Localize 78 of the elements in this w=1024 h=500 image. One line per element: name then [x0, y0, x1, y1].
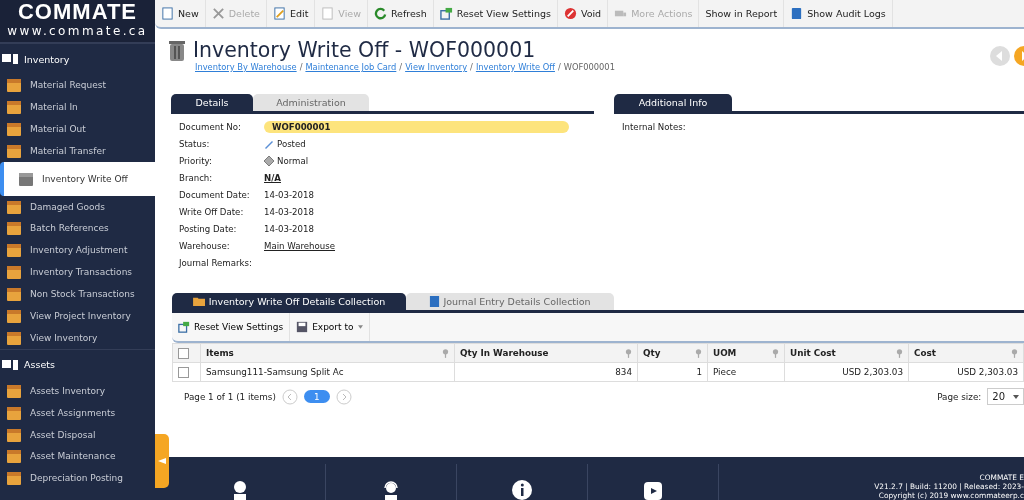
document-number: WOF000001: [264, 120, 569, 133]
grid-toolbar-button[interactable]: Export to: [290, 313, 370, 341]
field-value: Normal: [277, 155, 309, 166]
breadcrumb-current: WOF000001: [563, 62, 615, 72]
grid-toolbar-button[interactable]: Reset View Settings: [172, 313, 291, 341]
toolbar-button[interactable]: Reset View Settings: [433, 0, 558, 27]
breadcrumb-link[interactable]: Maintenance Job Card: [305, 62, 397, 72]
field-label: Internal Notes:: [622, 121, 687, 132]
table-cell: USD 2,303.03: [908, 362, 1024, 382]
field-label: Journal Remarks:: [179, 257, 253, 268]
sidebar-item[interactable]: Batch References: [0, 217, 155, 240]
breadcrumb-link[interactable]: Inventory By Warehouse: [195, 62, 297, 72]
breadcrumb-separator: /: [399, 62, 403, 72]
sidebar-item[interactable]: Material In: [0, 95, 155, 118]
field-value: Posted: [277, 138, 306, 149]
sidebar-item[interactable]: Material Transfer: [0, 139, 155, 162]
toolbar-button[interactable]: Show Audit Logs: [784, 0, 893, 27]
table-cell: 834: [454, 362, 638, 382]
field-link[interactable]: N/A: [264, 172, 281, 183]
sidebar-item[interactable]: Asset Disposal: [0, 423, 155, 446]
sidebar-item[interactable]: Material Request: [0, 74, 155, 96]
column-header[interactable]: Qty: [637, 343, 708, 363]
toolbar-button[interactable]: Void: [557, 0, 609, 27]
sidebar-item[interactable]: Inventory Write Off: [0, 161, 155, 196]
field-label: Branch:: [179, 172, 214, 183]
field-label: Posting Date:: [179, 223, 238, 234]
sidebar-section-title: Assets: [24, 359, 55, 371]
page-size-label: Page size:: [937, 391, 982, 402]
column-header[interactable]: Unit Cost: [784, 343, 909, 363]
sidebar-item[interactable]: View Project Inventory: [0, 305, 155, 327]
sidebar-item[interactable]: Material Out: [0, 117, 155, 140]
field-label: Priority:: [179, 155, 213, 166]
sidebar-item[interactable]: Depreciation Posting: [0, 467, 155, 490]
breadcrumb-separator: /: [470, 62, 473, 72]
field-label: Write Off Date:: [179, 206, 245, 217]
tab[interactable]: Details: [171, 94, 253, 111]
toolbar-button[interactable]: Refresh: [367, 0, 434, 27]
tab[interactable]: Journal Entry Details Collection: [406, 293, 614, 310]
field-link[interactable]: Main Warehouse: [264, 240, 335, 251]
sidebar-item[interactable]: Damaged Goods: [0, 195, 155, 218]
field-label: Status:: [179, 138, 211, 149]
sidebar-item[interactable]: Assets Inventory: [0, 379, 155, 402]
sidebar-item[interactable]: View Inventory: [0, 326, 155, 349]
field-value: 14-03-2018: [264, 206, 314, 217]
sidebar-item[interactable]: Inventory Adjustment: [0, 239, 155, 262]
field-label: Warehouse:: [179, 240, 231, 251]
field-value: 14-03-2018: [264, 223, 314, 234]
table-cell: Samsung111-Samsung Split Ac: [200, 362, 455, 382]
tab[interactable]: Inventory Write Off Details Collection: [172, 293, 406, 310]
tab[interactable]: Additional Info: [614, 94, 732, 111]
field-label: Document No:: [179, 121, 242, 132]
table-cell: Piece: [707, 362, 785, 382]
column-header[interactable]: Items: [200, 343, 455, 363]
sidebar-item[interactable]: Inventory Transactions: [0, 261, 155, 284]
breadcrumb-separator: /: [299, 62, 303, 72]
breadcrumb-link[interactable]: View Inventory: [405, 62, 468, 72]
sidebar-item[interactable]: Asset Maintenance: [0, 445, 155, 468]
column-header[interactable]: UOM: [707, 343, 785, 363]
table-cell: USD 2,303.03: [784, 362, 909, 382]
table-cell: 1: [637, 362, 708, 382]
breadcrumb-link[interactable]: Inventory Write Off: [475, 62, 555, 72]
page-size-dropdown[interactable]: 20: [987, 388, 1024, 405]
toolbar-button[interactable]: New: [155, 0, 206, 27]
logo-url: www.commate.ca: [7, 24, 148, 38]
toolbar-button[interactable]: Show in Report: [699, 0, 785, 27]
field-label: Document Date:: [179, 189, 251, 200]
column-header[interactable]: Qty In Warehouse: [454, 343, 638, 363]
field-value: 14-03-2018: [264, 189, 314, 200]
column-header[interactable]: Cost: [908, 343, 1024, 363]
sidebar-section-title: Inventory: [24, 53, 70, 65]
breadcrumb-separator: /: [557, 62, 561, 72]
page-title: Inventory Write Off - WOF000001: [193, 38, 536, 62]
toolbar-button[interactable]: Edit: [266, 0, 316, 27]
tab[interactable]: Administration: [253, 94, 369, 111]
sidebar-item[interactable]: Asset Assignments: [0, 401, 155, 424]
logo-wordmark: COMMATE: [18, 0, 137, 24]
pager-summary: Page 1 of 1 (1 items): [184, 391, 276, 402]
sidebar-item[interactable]: Non Stock Transactions: [0, 283, 155, 305]
